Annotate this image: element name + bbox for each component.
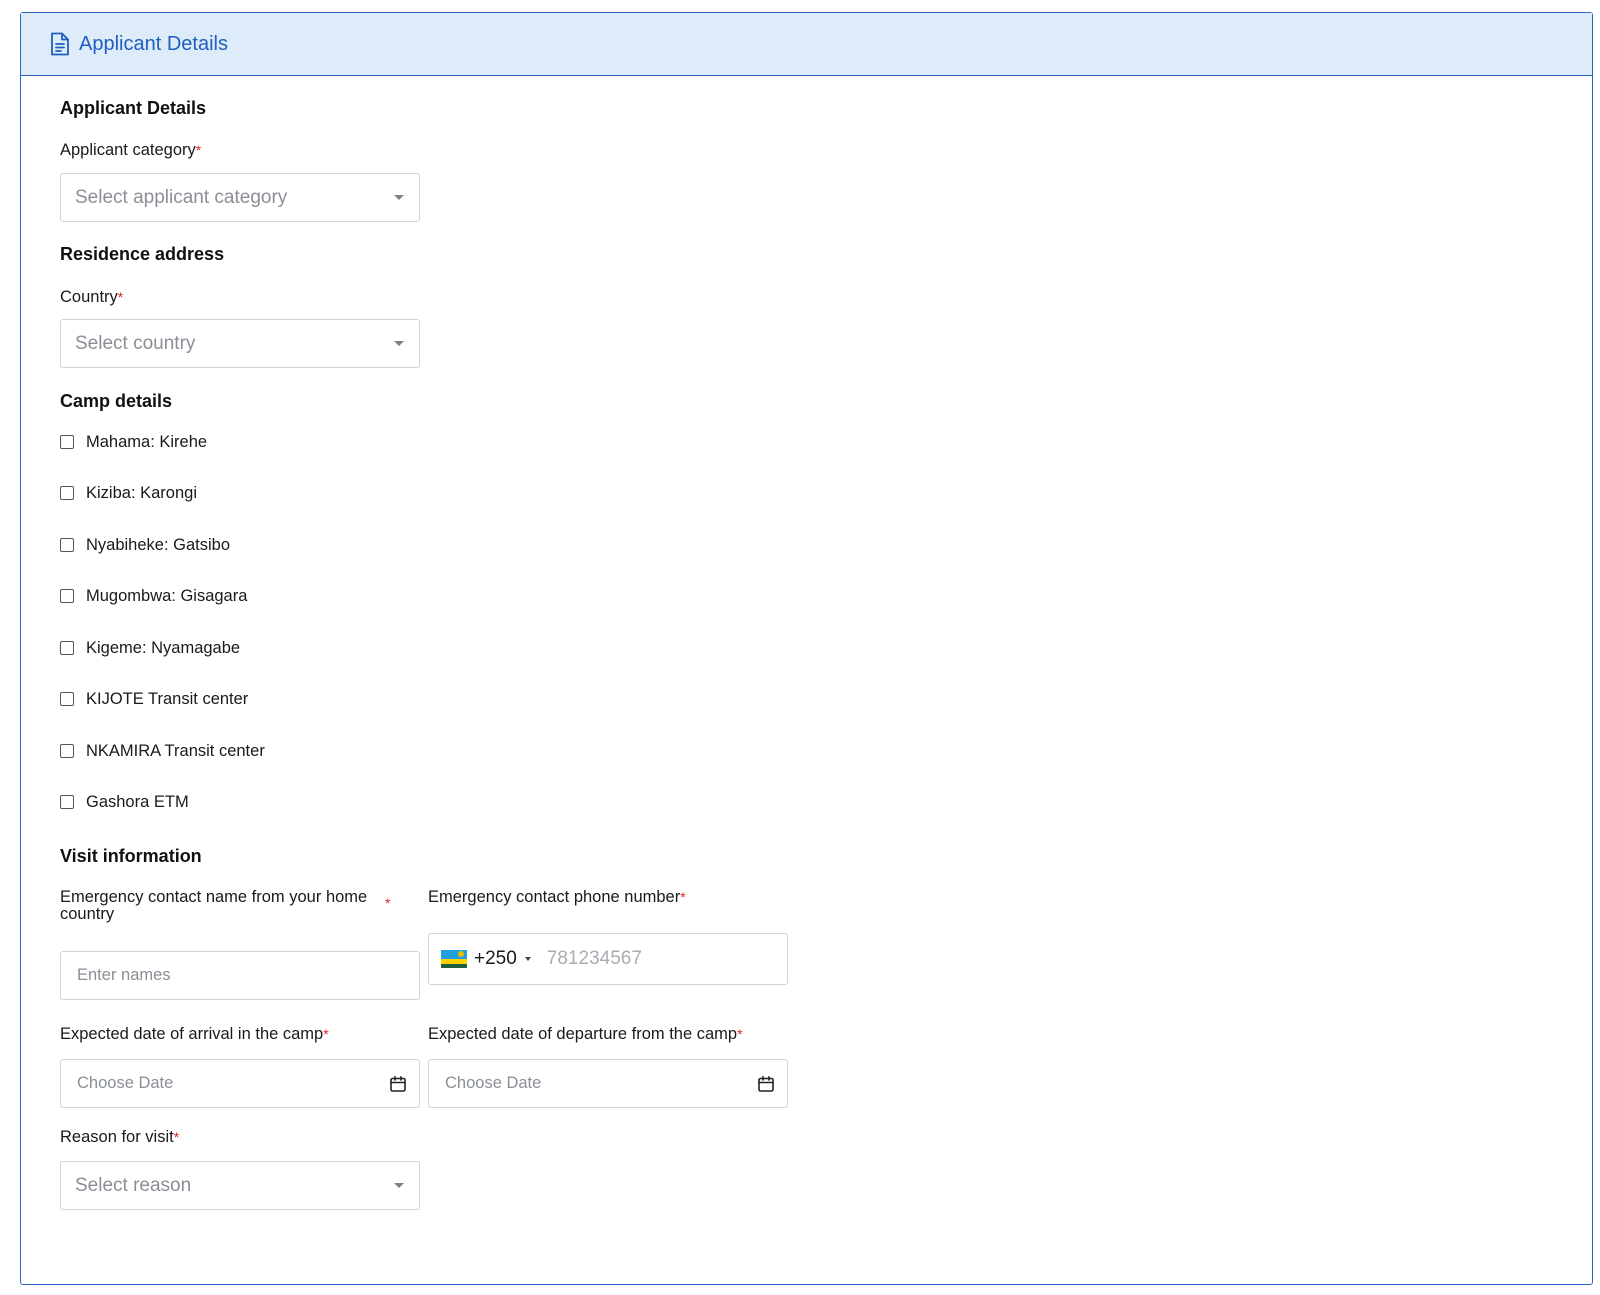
checkbox[interactable] [60,744,74,758]
arrival-date-label-text: Expected date of arrival in the camp [60,1025,324,1043]
required-marker: * [117,289,124,305]
emergency-phone-label-text: Emergency contact phone number [428,888,681,906]
emergency-name-placeholder: Enter names [77,966,171,984]
departure-date-input[interactable]: Choose Date [428,1059,788,1108]
checkbox[interactable] [60,692,74,706]
applicant-category-label: Applicant category* [60,142,201,159]
required-marker: * [173,1129,180,1145]
checkbox[interactable] [60,538,74,552]
camp-option-label: Mahama: Kirehe [86,432,208,451]
camp-option[interactable]: Kiziba: Karongi [60,482,197,504]
departure-date-label: Expected date of departure from the camp… [428,1026,743,1043]
reason-label: Reason for visit* [60,1129,179,1146]
camp-option-label: Mugombwa: Gisagara [86,586,248,605]
departure-date-label-text: Expected date of departure from the camp [428,1025,738,1043]
checkbox[interactable] [60,435,74,449]
camp-option[interactable]: Nyabiheke: Gatsibo [60,534,230,556]
country-label: Country* [60,289,123,306]
departure-date-placeholder: Choose Date [445,1074,542,1092]
camp-option[interactable]: KIJOTE Transit center [60,688,248,710]
camp-option-label: NKAMIRA Transit center [86,741,265,760]
emergency-name-label-line1: Emergency contact name from your home [60,888,368,906]
required-marker: * [195,142,202,158]
checkbox[interactable] [60,795,74,809]
camp-option[interactable]: NKAMIRA Transit center [60,740,265,762]
emergency-phone-input[interactable]: +250 781234567 [428,933,788,985]
reason-label-text: Reason for visit [60,1128,174,1146]
checkbox[interactable] [60,641,74,655]
camp-option[interactable]: Mugombwa: Gisagara [60,585,247,607]
emergency-name-label-line2: country [60,905,115,923]
applicant-details-panel: Applicant Details Applicant Details Appl… [20,12,1593,1285]
checkbox[interactable] [60,589,74,603]
form-body: Applicant Details Applicant category* Se… [60,76,1592,1284]
emergency-name-label: Emergency contact name from your home co… [60,889,405,923]
section-title-residence: Residence address [60,244,225,264]
chevron-down-icon[interactable] [524,957,531,961]
country-placeholder: Select country [75,332,196,354]
dial-code[interactable]: +250 [474,948,517,970]
country-label-text: Country [60,288,118,306]
applicant-category-label-text: Applicant category [60,141,196,159]
checkbox[interactable] [60,486,74,500]
camp-option-label: Kiziba: Karongi [86,483,197,502]
emergency-name-input[interactable]: Enter names [60,951,420,1000]
phone-placeholder: 781234567 [546,948,642,969]
section-title-camp: Camp details [60,391,173,411]
reason-select[interactable]: Select reason [60,1161,420,1210]
camp-option-label: Kigeme: Nyamagabe [86,638,241,657]
arrival-date-placeholder: Choose Date [77,1074,174,1092]
required-marker: * [323,1026,329,1042]
chevron-down-icon [394,1183,404,1188]
calendar-icon[interactable] [757,1075,775,1093]
reason-placeholder: Select reason [75,1174,192,1196]
arrival-date-input[interactable]: Choose Date [60,1059,420,1108]
document-icon [49,32,71,56]
required-marker: * [737,1026,743,1042]
required-marker: * [680,889,686,905]
rwanda-flag-icon[interactable] [441,950,467,968]
country-select[interactable]: Select country [60,319,420,368]
chevron-down-icon [394,341,404,346]
chevron-down-icon [394,195,404,200]
panel-title: Applicant Details [79,32,228,55]
arrival-date-label: Expected date of arrival in the camp* [60,1026,329,1043]
section-title-visit: Visit information [60,846,202,866]
camp-option[interactable]: Gashora ETM [60,791,189,813]
applicant-category-placeholder: Select applicant category [75,186,288,208]
camp-option-label: KIJOTE Transit center [86,689,249,708]
panel-header[interactable]: Applicant Details [21,13,1592,76]
camp-option[interactable]: Kigeme: Nyamagabe [60,637,240,659]
calendar-icon[interactable] [389,1075,407,1093]
camp-option-label: Nyabiheke: Gatsibo [86,535,230,554]
camp-option-label: Gashora ETM [86,792,189,811]
required-marker: * [385,895,391,911]
camp-option[interactable]: Mahama: Kirehe [60,431,207,453]
applicant-category-select[interactable]: Select applicant category [60,173,420,222]
emergency-phone-label: Emergency contact phone number* [428,889,686,906]
section-title-applicant: Applicant Details [60,98,207,118]
